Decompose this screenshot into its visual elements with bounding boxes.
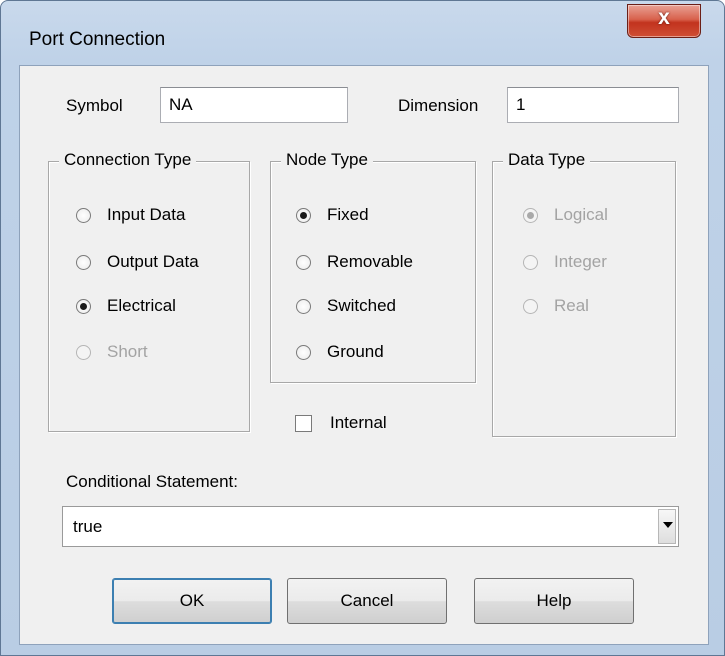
radio-label: Logical xyxy=(554,205,608,224)
radio-logical: Logical xyxy=(523,205,608,225)
radio-label: Input Data xyxy=(107,205,186,224)
radio-label: Ground xyxy=(327,342,384,361)
node-type-group: Node Type Fixed Removable Switched Groun… xyxy=(270,150,476,383)
window-title: Port Connection xyxy=(29,29,166,50)
dialog-window: Port Connection x Symbol Dimension Conne… xyxy=(0,0,725,656)
radio-switched[interactable]: Switched xyxy=(296,296,396,316)
dialog-client-area: Symbol Dimension Connection Type Input D… xyxy=(19,65,709,645)
radio-circle xyxy=(296,254,311,270)
node-type-title: Node Type xyxy=(281,150,373,170)
radio-circle xyxy=(76,207,91,223)
ok-button[interactable]: OK xyxy=(112,578,272,624)
radio-circle-disabled xyxy=(523,298,538,314)
help-button[interactable]: Help xyxy=(474,578,634,624)
connection-type-group: Connection Type Input Data Output Data E… xyxy=(48,150,250,432)
internal-checkbox[interactable]: Internal xyxy=(295,413,387,433)
checkbox-box xyxy=(295,414,312,432)
radio-electrical[interactable]: Electrical xyxy=(76,296,176,316)
symbol-label: Symbol xyxy=(66,96,123,115)
radio-removable[interactable]: Removable xyxy=(296,252,413,272)
conditional-label: Conditional Statement: xyxy=(66,472,238,491)
radio-circle xyxy=(76,254,91,270)
radio-circle-disabled xyxy=(523,254,538,270)
radio-label: Fixed xyxy=(327,205,369,224)
internal-label: Internal xyxy=(330,413,387,432)
radio-circle-disabled-checked xyxy=(523,207,538,223)
symbol-input[interactable] xyxy=(160,87,348,123)
conditional-value: true xyxy=(73,517,103,536)
radio-output-data[interactable]: Output Data xyxy=(76,252,199,272)
radio-ground[interactable]: Ground xyxy=(296,342,384,362)
dimension-input[interactable] xyxy=(507,87,679,123)
radio-real: Real xyxy=(523,296,589,316)
radio-label: Removable xyxy=(327,252,413,271)
radio-circle xyxy=(296,344,311,360)
radio-circle-checked xyxy=(296,207,311,223)
radio-label: Output Data xyxy=(107,252,199,271)
radio-label: Switched xyxy=(327,296,396,315)
radio-label: Real xyxy=(554,296,589,315)
chevron-down-icon[interactable] xyxy=(658,509,676,544)
radio-integer: Integer xyxy=(523,252,607,272)
radio-label: Short xyxy=(107,342,148,361)
radio-input-data[interactable]: Input Data xyxy=(76,205,185,225)
close-icon: x xyxy=(658,6,670,29)
radio-label: Electrical xyxy=(107,296,176,315)
radio-fixed[interactable]: Fixed xyxy=(296,205,369,225)
radio-circle xyxy=(296,298,311,314)
dimension-label: Dimension xyxy=(398,96,479,115)
radio-short: Short xyxy=(76,342,148,362)
radio-circle-disabled xyxy=(76,344,91,360)
close-button[interactable]: x xyxy=(627,4,701,38)
data-type-group: Data Type Logical Integer Real xyxy=(492,150,676,437)
radio-label: Integer xyxy=(554,252,607,271)
radio-circle-checked xyxy=(76,298,91,314)
data-type-title: Data Type xyxy=(503,150,591,170)
conditional-combobox[interactable]: true xyxy=(62,506,679,547)
connection-type-title: Connection Type xyxy=(59,150,197,170)
cancel-button[interactable]: Cancel xyxy=(287,578,447,624)
